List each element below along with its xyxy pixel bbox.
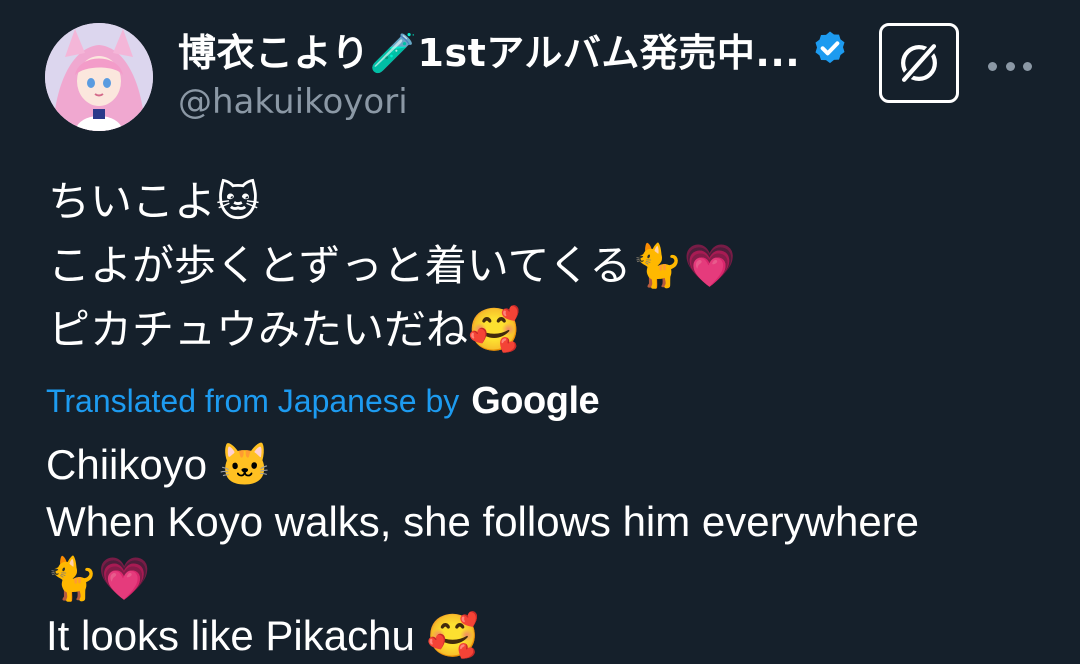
translated-text-line: It looks like Pikachu 🥰 [46,612,479,659]
tweet-post: 博衣こより🧪1stアルバム発売中... @hakuikoyori ちいこよ🐱 こ… [0,0,1080,660]
avatar[interactable] [45,23,153,131]
author-display-name[interactable]: 博衣こより🧪1stアルバム発売中... [178,22,800,77]
translation-attribution[interactable]: Translated from Japanese by Google [46,376,600,426]
grok-icon [898,41,940,85]
translated-text-line: Chiikoyo 🐱 [46,441,272,488]
translated-text: Chiikoyo 🐱 When Koyo walks, she follows … [46,436,1056,664]
verified-badge-icon [810,29,850,69]
more-icon-dot [1023,61,1032,71]
more-options-button[interactable] [988,46,1032,86]
author-name-row[interactable]: 博衣こより🧪1stアルバム発売中... [178,22,850,76]
translated-text-line: When Koyo walks, she follows him everywh… [46,498,920,545]
google-logo: Google [471,379,600,422]
translated-from-label[interactable]: Translated from Japanese by [46,383,459,420]
author-handle[interactable]: @hakuikoyori [178,82,408,122]
tweet-text-line: ちいこよ🐱 [48,177,260,226]
translated-text-line: 🐈💗 [46,555,151,602]
more-icon-dot [1005,61,1015,71]
grok-button[interactable] [879,23,959,103]
tweet-text-line: ピカチュウみたいだね🥰 [48,305,521,354]
tweet-text-line: こよが歩くとずっと着いてくる🐈💗 [48,241,736,290]
more-icon-dot [988,61,997,71]
avatar-image [45,23,153,131]
tweet-text: ちいこよ🐱 こよが歩くとずっと着いてくる🐈💗 ピカチュウみたいだね🥰 [48,170,1048,362]
